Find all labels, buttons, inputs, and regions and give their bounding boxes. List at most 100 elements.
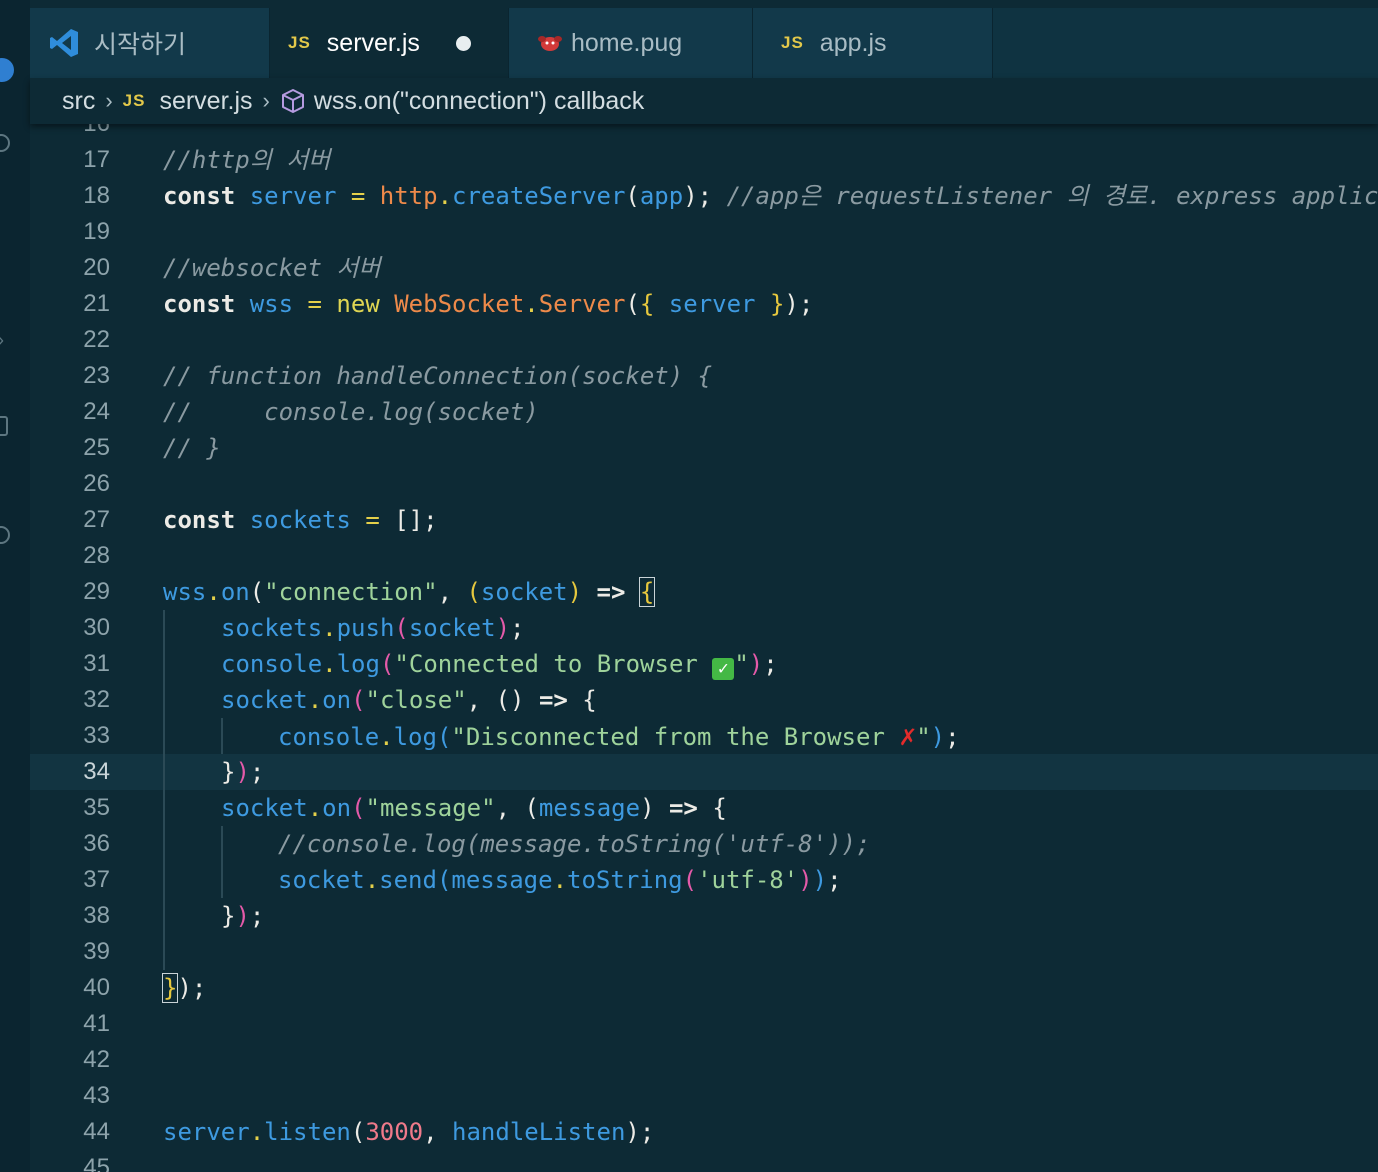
- indent-guide: [221, 826, 223, 862]
- parameter: message: [538, 794, 641, 822]
- code-line[interactable]: 44 server.listen(3000, handleListen);: [30, 1114, 1378, 1150]
- code-line[interactable]: 41: [30, 1006, 1378, 1042]
- code-line[interactable]: 23 // function handleConnection(socket) {: [30, 358, 1378, 394]
- code-line[interactable]: 45: [30, 1150, 1378, 1172]
- breadcrumb-folder[interactable]: src: [62, 87, 95, 116]
- line-number: 17: [83, 146, 110, 173]
- matched-bracket: {: [638, 577, 656, 607]
- line-number: 40: [83, 974, 110, 1001]
- line-number: 33: [83, 722, 110, 749]
- operator: =: [350, 182, 366, 210]
- line-number: 45: [83, 1154, 110, 1172]
- code-line[interactable]: 22: [30, 322, 1378, 358]
- tab-label: home.pug: [571, 28, 683, 57]
- code-line[interactable]: 16: [30, 124, 1378, 142]
- bracket: (: [351, 686, 366, 714]
- code-line[interactable]: 28: [30, 538, 1378, 574]
- tab-home-pug[interactable]: home.pug: [509, 8, 753, 78]
- notification-badge[interactable]: [0, 58, 14, 82]
- breadcrumb-symbol[interactable]: wss.on("connection") callback: [314, 87, 644, 116]
- bracket: {: [582, 686, 597, 714]
- bracket: ): [748, 650, 764, 678]
- code-line[interactable]: 38});: [30, 898, 1378, 934]
- code-line[interactable]: 29 wss.on("connection", (socket) => {: [30, 574, 1378, 610]
- check-mark-icon: ✓: [712, 658, 735, 680]
- code-line[interactable]: 21 const wss = new WebSocket.Server({ ser…: [30, 286, 1378, 322]
- punctuation: (: [350, 1118, 366, 1146]
- line-number: 31: [83, 650, 110, 677]
- js-icon: JS: [288, 33, 311, 52]
- line-number: 20: [83, 254, 110, 281]
- operator: .: [249, 1118, 265, 1146]
- parameter: socket: [480, 578, 568, 606]
- chevron-right-icon[interactable]: ›: [0, 330, 4, 351]
- function-name: createServer: [452, 182, 626, 210]
- bracket: ): [177, 974, 192, 1002]
- code-line[interactable]: 33 console.log("Disconnected from the Bro…: [30, 718, 1378, 754]
- breadcrumb-file[interactable]: server.js: [159, 87, 252, 116]
- code-line[interactable]: 26: [30, 466, 1378, 502]
- code-line[interactable]: 37 socket.send(message.toString('utf-8'))…: [30, 862, 1378, 898]
- extensions-icon[interactable]: [0, 416, 8, 436]
- string: "Disconnected from the Browser: [451, 723, 900, 751]
- identifier: console: [221, 650, 323, 678]
- line-number: 30: [83, 614, 110, 641]
- line-number: 16: [30, 124, 110, 142]
- punctuation: ;: [639, 1118, 655, 1146]
- line-number: 38: [83, 902, 110, 929]
- code-line[interactable]: 43: [30, 1078, 1378, 1114]
- class-name: WebSocket: [394, 290, 525, 318]
- code-line[interactable]: 40});: [30, 970, 1378, 1006]
- identifier: handleListen: [452, 1118, 626, 1146]
- code-line[interactable]: 39: [30, 934, 1378, 970]
- bracket: (: [524, 794, 539, 822]
- bracket: ): [930, 723, 946, 751]
- js-icon: JS: [781, 33, 804, 52]
- class-name: Server: [538, 290, 626, 318]
- indent-guide: [221, 862, 223, 898]
- bracket: (: [466, 578, 481, 606]
- tab-welcome[interactable]: 시작하기: [30, 8, 270, 78]
- operator: .: [364, 866, 380, 894]
- code-line[interactable]: 24 // console.log(socket): [30, 394, 1378, 430]
- unsaved-dot-icon[interactable]: [455, 35, 471, 51]
- code-line[interactable]: 18 const server = http.createServer(app);…: [30, 178, 1378, 214]
- line-number: 21: [83, 290, 110, 317]
- function-name: listen: [264, 1118, 351, 1146]
- cross-mark-icon: ✗: [899, 719, 917, 752]
- search-icon[interactable]: [0, 134, 10, 152]
- punctuation: ): [625, 1118, 640, 1146]
- code-line[interactable]: 17 //http의 서버: [30, 142, 1378, 178]
- indent-guide: [163, 718, 165, 754]
- matched-bracket: }: [161, 973, 179, 1003]
- code-line[interactable]: 32 socket.on("close", () => {: [30, 682, 1378, 718]
- code-line[interactable]: 19: [30, 214, 1378, 250]
- tab-app-js[interactable]: JS app.js: [753, 8, 993, 78]
- identifier: message: [451, 866, 553, 894]
- line-number: 36: [83, 830, 110, 857]
- punctuation: );: [683, 182, 713, 210]
- identifier: http: [379, 182, 438, 210]
- tab-server-js[interactable]: JS server.js: [270, 8, 509, 78]
- identifier: socket: [278, 866, 365, 894]
- code-line[interactable]: 20 //websocket 서버: [30, 250, 1378, 286]
- code-line[interactable]: 42: [30, 1042, 1378, 1078]
- code-editor[interactable]: 16 17 //http의 서버 18const server = http.cr…: [30, 124, 1378, 1172]
- line-number: 37: [83, 866, 110, 893]
- comment: //app은 requestListener 의 경로. express app…: [726, 182, 1378, 210]
- number: 3000: [365, 1118, 424, 1146]
- code-line[interactable]: 27 const sockets = [];: [30, 502, 1378, 538]
- tab-label: 시작하기: [94, 31, 187, 59]
- identifier: console: [278, 723, 380, 751]
- code-line[interactable]: 25 // }: [30, 430, 1378, 466]
- account-icon[interactable]: [0, 526, 10, 544]
- comment: //http의 서버: [163, 146, 331, 174]
- identifier: server: [668, 290, 756, 318]
- bracket: (: [436, 723, 452, 751]
- code-line[interactable]: 36 //console.log(message.toString('utf-8'…: [30, 826, 1378, 862]
- code-line-current[interactable]: 34});: [30, 754, 1378, 790]
- line-number: 43: [83, 1082, 110, 1109]
- code-line[interactable]: 35 socket.on("message", (message) => {: [30, 790, 1378, 826]
- code-line[interactable]: 30 sockets.push(socket);: [30, 610, 1378, 646]
- code-line[interactable]: 31 console.log("Connected to Browser ✓ ");: [30, 646, 1378, 682]
